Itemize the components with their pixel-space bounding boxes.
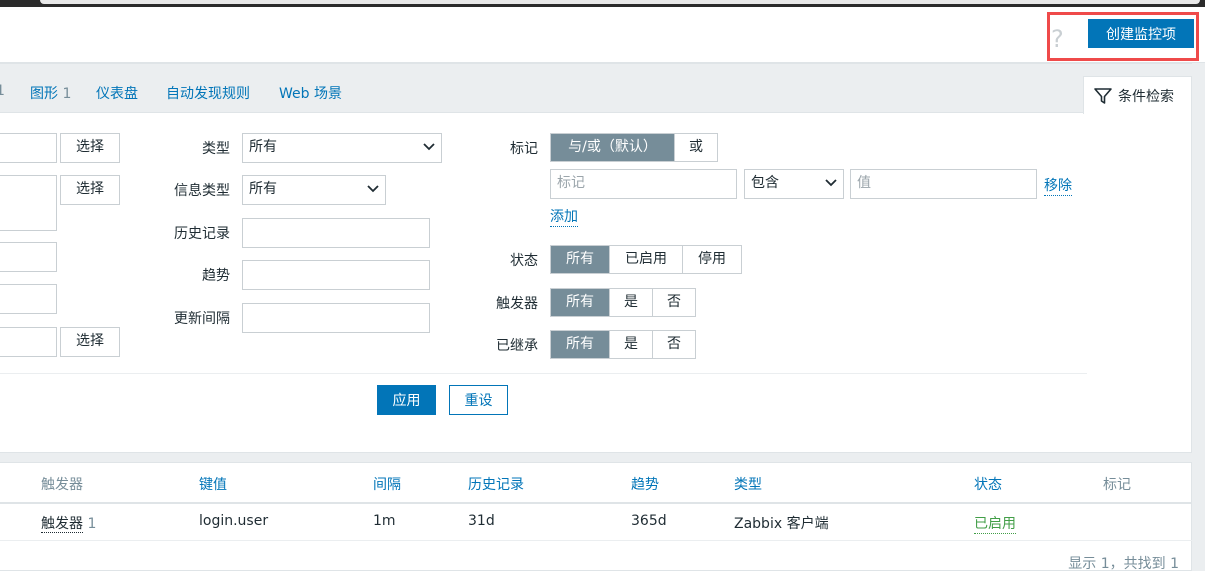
chevron-down-icon <box>423 143 435 151</box>
history-label: 历史记录 <box>174 226 230 242</box>
chevron-down-icon <box>825 179 837 187</box>
tag-value-input[interactable]: 值 <box>850 169 1037 199</box>
tab-graphs[interactable]: 图形 1 <box>30 83 71 103</box>
tags-label: 标记 <box>510 141 538 157</box>
row-history-cell: 31d <box>468 513 495 529</box>
info-type-select[interactable]: 所有 <box>242 175 386 205</box>
remove-tag-link[interactable]: 移除 <box>1044 175 1072 196</box>
state-label: 状态 <box>510 253 538 269</box>
type-label: 类型 <box>202 141 230 157</box>
triggers-label: 触发器 <box>496 296 538 312</box>
create-item-button[interactable]: 创建监控项 <box>1088 19 1194 48</box>
table-summary: 显示 1，共找到 1 <box>1068 556 1179 571</box>
table-header-divider <box>0 502 1192 504</box>
info-type-label: 信息类型 <box>174 183 230 199</box>
tabs-bar: 1 图形 1 仪表盘 自动发现规则 Web 场景 条件检索 <box>0 64 1192 114</box>
row-type-cell: Zabbix 客户端 <box>734 516 829 532</box>
filter-divider <box>0 373 1087 374</box>
triggers-toggle: 所有 是 否 <box>550 288 696 317</box>
tab-discovery-rules[interactable]: 自动发现规则 <box>166 83 250 103</box>
column-header-tags: 标记 <box>1103 477 1131 493</box>
name-input[interactable] <box>0 242 57 272</box>
items-table: 触发器 键值 间隔 历史记录 趋势 类型 状态 标记 触发器 1 login.u… <box>0 462 1192 571</box>
filter-panel: 1 图形 1 仪表盘 自动发现规则 Web 场景 条件检索 选择 选择 选择 类… <box>0 63 1192 453</box>
select-hosts-button[interactable]: 选择 <box>60 175 120 205</box>
key-input[interactable] <box>0 284 57 314</box>
row-trends-cell: 365d <box>631 513 667 529</box>
column-header-trends[interactable]: 趋势 <box>631 474 659 494</box>
tag-andor-option[interactable]: 与/或（默认） <box>551 134 674 161</box>
trends-label: 趋势 <box>202 268 230 284</box>
type-select[interactable]: 所有 <box>242 133 442 163</box>
inherited-yes-option[interactable]: 是 <box>609 331 652 358</box>
tab-filter[interactable]: 条件检索 <box>1083 76 1192 114</box>
row-interval-cell: 1m <box>373 513 396 529</box>
value-mapping-input[interactable] <box>0 327 57 357</box>
state-disabled-option[interactable]: 停用 <box>682 246 741 273</box>
tag-name-input[interactable]: 标记 <box>550 169 737 199</box>
state-all-option[interactable]: 所有 <box>551 246 609 273</box>
select-value-mapping-button[interactable]: 选择 <box>60 327 120 357</box>
state-enabled-option[interactable]: 已启用 <box>609 246 682 273</box>
row-key-cell: login.user <box>199 513 269 529</box>
row-status-link[interactable]: 已启用 <box>974 513 1016 534</box>
trends-input[interactable] <box>242 260 430 290</box>
tag-or-option[interactable]: 或 <box>674 134 717 161</box>
host-groups-input[interactable] <box>0 133 57 163</box>
page-header: ? 创建监控项 <box>0 7 1205 63</box>
hosts-input[interactable] <box>0 175 57 231</box>
tab-web-scenarios[interactable]: Web 场景 <box>279 83 342 103</box>
triggers-yes-option[interactable]: 是 <box>609 289 652 316</box>
select-host-groups-button[interactable]: 选择 <box>60 133 120 163</box>
history-input[interactable] <box>242 218 430 248</box>
update-interval-label: 更新间隔 <box>174 311 230 327</box>
row-triggers-cell[interactable]: 触发器 1 <box>41 513 96 533</box>
column-header-key[interactable]: 键值 <box>199 474 227 494</box>
row-divider <box>0 540 1192 541</box>
column-header-history[interactable]: 历史记录 <box>468 474 524 494</box>
triggers-all-option[interactable]: 所有 <box>551 289 609 316</box>
column-header-type[interactable]: 类型 <box>734 474 762 494</box>
window-top-bar <box>0 0 1205 7</box>
tab-filter-label: 条件检索 <box>1118 89 1174 105</box>
inherited-all-option[interactable]: 所有 <box>551 331 609 358</box>
inherited-toggle: 所有 是 否 <box>550 330 696 359</box>
apply-button[interactable]: 应用 <box>377 385 436 415</box>
tab-dashboards[interactable]: 仪表盘 <box>96 83 138 103</box>
inherited-label: 已继承 <box>496 338 538 354</box>
update-interval-input[interactable] <box>242 303 430 333</box>
tag-operator-select[interactable]: 包含 <box>744 169 844 199</box>
add-tag-link[interactable]: 添加 <box>550 206 578 227</box>
chevron-down-icon <box>367 185 379 193</box>
filter-icon <box>1094 88 1112 104</box>
reset-button[interactable]: 重设 <box>449 385 508 415</box>
column-header-triggers: 触发器 <box>41 477 83 493</box>
tab-items-count[interactable]: 1 <box>0 83 5 99</box>
state-toggle: 所有 已启用 停用 <box>550 245 742 274</box>
column-header-interval[interactable]: 间隔 <box>373 474 401 494</box>
inherited-no-option[interactable]: 否 <box>652 331 695 358</box>
triggers-no-option[interactable]: 否 <box>652 289 695 316</box>
column-header-status[interactable]: 状态 <box>974 474 1002 494</box>
tags-evaltype-toggle: 与/或（默认） 或 <box>550 133 718 162</box>
